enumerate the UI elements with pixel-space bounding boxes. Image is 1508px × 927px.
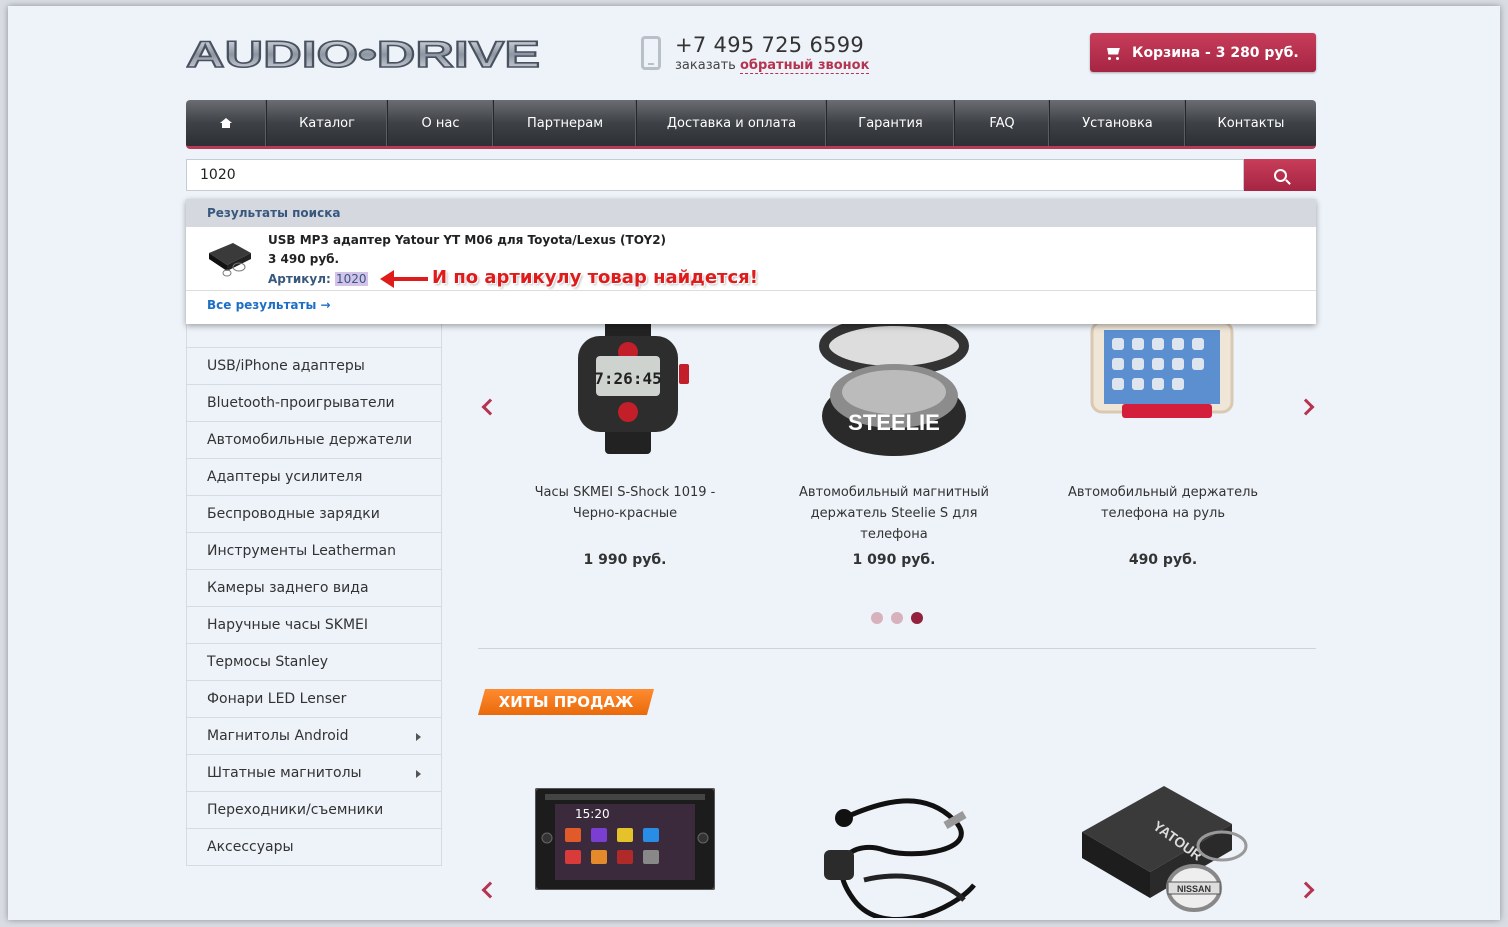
sidebar-item-leatherman[interactable]: Инструменты Leatherman [187,532,441,569]
sidebar-item-label: Аксессуары [207,839,294,855]
result-thumbnail[interactable] [207,239,253,277]
product-image-steelie[interactable]: STEELIE [804,316,984,466]
search-bar [186,159,1316,191]
carousel-dot-active[interactable] [911,612,923,624]
sidebar-item-wireless-chargers[interactable]: Беспроводные зарядки [187,495,441,532]
phone-icon [641,36,661,70]
chevron-right-icon [416,733,421,741]
nav-item-faq[interactable]: FAQ [955,100,1050,146]
sidebar-item-label: Переходники/съемники [207,802,384,818]
nav-item-about[interactable]: О нас [388,100,494,146]
sidebar-item-label: Инструменты Leatherman [207,543,396,559]
all-results-link[interactable]: Все результаты → [186,291,1316,321]
result-title[interactable]: USB MP3 адаптер Yatour YT M06 для Toyota… [268,233,666,247]
result-sku: Артикул: 1020 [268,272,368,286]
sidebar-item-label: Адаптеры усилителя [207,469,363,485]
nav-item-catalog[interactable]: Каталог [267,100,388,146]
category-sidebar: USB/iPhone адаптеры Bluetooth-проигрыват… [186,309,442,866]
hits-prev-icon[interactable] [481,881,499,899]
product-name[interactable]: Автомобильный держатель телефона на руль [1053,482,1273,524]
nav-home[interactable] [186,100,267,146]
svg-text:7:26:45: 7:26:45 [594,369,661,388]
sidebar-item-label: Камеры заднего вида [207,580,369,596]
sidebar-item-amp-adapters[interactable]: Адаптеры усилителя [187,458,441,495]
sidebar-item-adapters[interactable]: Переходники/съемники [187,791,441,828]
sidebar-item-skmei[interactable]: Наручные часы SKMEI [187,606,441,643]
search-icon [1273,168,1287,182]
product-price: 490 руб. [1128,552,1198,568]
sidebar-item-usb-iphone[interactable]: USB/iPhone адаптеры [187,347,441,384]
sidebar-item-label: USB/iPhone адаптеры [207,358,365,374]
product-name[interactable]: Часы SKMEI S-Shock 1019 - Черно-красные [515,482,735,524]
sidebar-item-rear-cameras[interactable]: Камеры заднего вида [187,569,441,606]
svg-text:NISSAN: NISSAN [1177,884,1211,894]
annotation-arrow-icon [380,270,428,288]
carousel-prev-icon[interactable] [481,398,499,416]
search-result-item[interactable]: USB MP3 адаптер Yatour YT M06 для Toyota… [186,227,1316,291]
sidebar-item-led-lenser[interactable]: Фонари LED Lenser [187,680,441,717]
product-image-watch[interactable]: 7:26:45 [553,314,703,454]
sidebar-item-label: Фонари LED Lenser [207,691,347,707]
phone-number[interactable]: +7 495 725 6599 [675,33,864,57]
sidebar-item-label: Автомобильные держатели [207,432,413,448]
product-name[interactable]: Автомобильный магнитный держатель Steeli… [784,482,1004,545]
nav-item-installation[interactable]: Установка [1050,100,1186,146]
product-image-microphone[interactable] [804,790,984,918]
carousel-dot[interactable] [891,612,903,624]
product-image-yatour[interactable]: YATOUR NISSAN [1072,776,1262,916]
sidebar-item-label: Беспроводные зарядки [207,506,380,522]
carousel-next-icon[interactable] [1297,398,1315,416]
hits-next-icon[interactable] [1297,881,1315,899]
page-frame: AUDIO•DRIVE +7 495 725 6599 заказать обр… [8,6,1500,920]
search-input[interactable] [186,159,1244,191]
sidebar-item-bluetooth[interactable]: Bluetooth-проигрыватели [187,384,441,421]
svg-text:STEELIE: STEELIE [848,410,940,435]
product-price: 1 090 руб. [852,552,936,568]
search-results-dropdown: Результаты поиска USB MP3 адаптер Yatour… [186,199,1316,324]
cart-label: Корзина - 3 280 руб. [1132,44,1299,61]
callback-link[interactable]: обратный звонок [739,58,870,74]
page-wrap: AUDIO•DRIVE +7 495 725 6599 заказать обр… [186,6,1316,920]
nav-item-delivery[interactable]: Доставка и оплата [637,100,827,146]
section-divider [478,648,1316,649]
sidebar-item-accessories[interactable]: Аксессуары [187,828,441,865]
nav-item-partners[interactable]: Партнерам [494,100,637,146]
sidebar-item-label: Bluetooth-проигрыватели [207,395,395,411]
product-image-phone-holder[interactable] [1082,318,1242,428]
product-price: 1 990 руб. [583,552,667,568]
search-button[interactable] [1244,159,1316,191]
cart-button[interactable]: Корзина - 3 280 руб. [1090,33,1316,72]
callback-prefix: заказать [675,58,736,73]
sidebar-item-label: Магнитолы Android [207,728,349,744]
sidebar-item-label: Наручные часы SKMEI [207,617,368,633]
home-icon [220,118,232,128]
callback-line: заказать обратный звонок [675,58,870,74]
svg-text:15:20: 15:20 [575,807,610,821]
sidebar-item-stanley[interactable]: Термосы Stanley [187,643,441,680]
main-nav: Каталог О нас Партнерам Доставка и оплат… [186,100,1316,149]
result-price: 3 490 руб. [268,252,340,266]
product-image-head-unit[interactable]: 15:20 [535,788,715,890]
hits-title: ХИТЫ ПРОДАЖ [498,693,634,711]
site-logo[interactable]: AUDIO•DRIVE [186,36,542,72]
cart-icon [1104,46,1122,60]
nav-item-warranty[interactable]: Гарантия [827,100,955,146]
logo-text: AUDIO•DRIVE [186,36,540,72]
sidebar-item-oem-radios[interactable]: Штатные магнитолы [187,754,441,791]
carousel-dot[interactable] [871,612,883,624]
search-results-heading: Результаты поиска [186,199,1316,227]
sidebar-item-holders[interactable]: Автомобильные держатели [187,421,441,458]
result-sku-value: 1020 [334,272,368,286]
annotation-text: И по артикулу товар найдется! [432,267,758,288]
chevron-right-icon [416,770,421,778]
sidebar-item-label: Термосы Stanley [207,654,328,670]
carousel-pagination [871,612,923,624]
hits-heading: ХИТЫ ПРОДАЖ [478,689,654,715]
sidebar-item-android[interactable]: Магнитолы Android [187,717,441,754]
nav-item-contacts[interactable]: Контакты [1186,100,1316,146]
result-sku-label: Артикул: [268,272,331,286]
sidebar-item-label: Штатные магнитолы [207,765,362,781]
